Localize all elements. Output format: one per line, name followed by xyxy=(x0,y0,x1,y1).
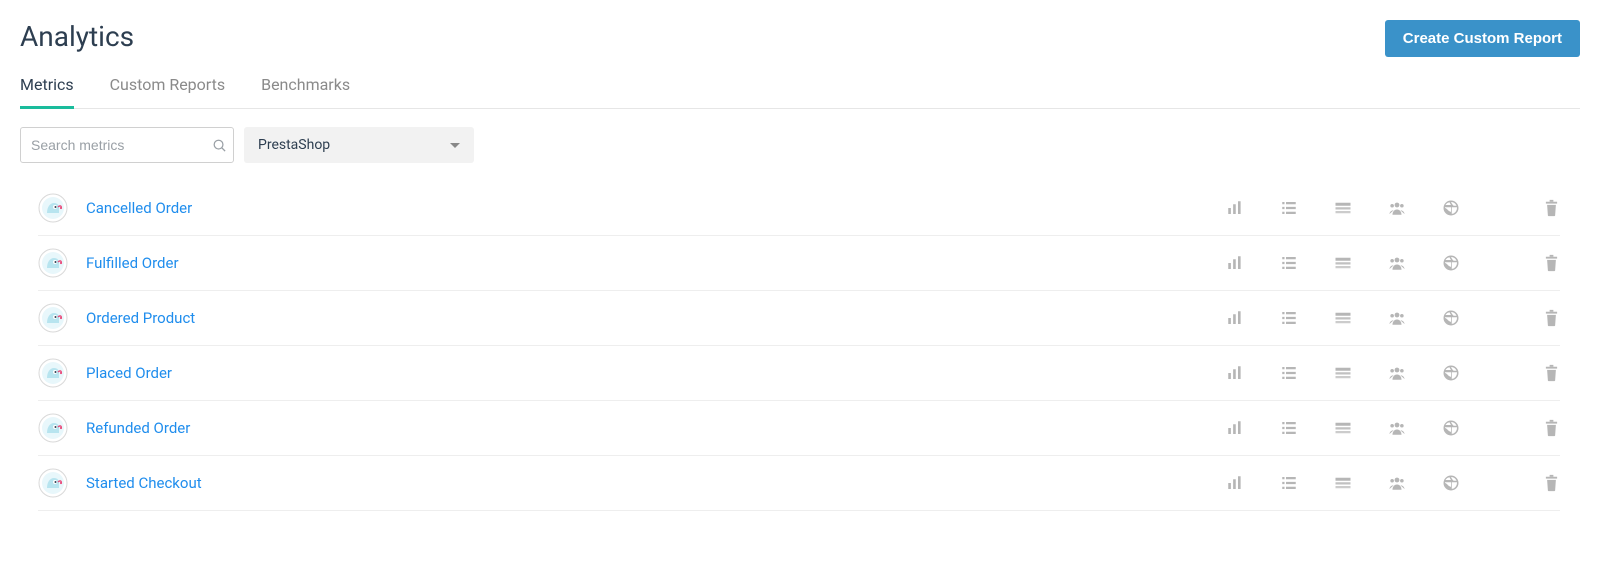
chart-icon[interactable] xyxy=(1226,474,1244,492)
search-input[interactable] xyxy=(31,137,212,153)
metric-name-link[interactable]: Started Checkout xyxy=(86,474,1226,492)
list-icon[interactable] xyxy=(1280,309,1298,327)
integration-filter-select[interactable]: PrestaShop xyxy=(244,127,474,163)
tab-custom-reports[interactable]: Custom Reports xyxy=(110,75,225,109)
chart-icon[interactable] xyxy=(1226,419,1244,437)
metric-name-link[interactable]: Refunded Order xyxy=(86,419,1226,437)
people-icon[interactable] xyxy=(1388,199,1406,217)
page-title: Analytics xyxy=(20,20,134,53)
metric-name-link[interactable]: Fulfilled Order xyxy=(86,254,1226,272)
prestashop-icon xyxy=(38,303,68,333)
chevron-down-icon xyxy=(450,143,460,148)
metric-row: Started Checkout xyxy=(38,456,1560,511)
table-icon[interactable] xyxy=(1334,474,1352,492)
people-icon[interactable] xyxy=(1388,364,1406,382)
table-icon[interactable] xyxy=(1334,419,1352,437)
list-icon[interactable] xyxy=(1280,199,1298,217)
table-icon[interactable] xyxy=(1334,254,1352,272)
prestashop-icon xyxy=(38,248,68,278)
trash-icon[interactable] xyxy=(1542,254,1560,272)
trash-icon[interactable] xyxy=(1542,474,1560,492)
list-icon[interactable] xyxy=(1280,474,1298,492)
row-actions xyxy=(1226,474,1560,492)
tabs: Metrics Custom Reports Benchmarks xyxy=(20,75,1580,109)
row-actions xyxy=(1226,254,1560,272)
globe-icon[interactable] xyxy=(1442,309,1460,327)
metric-name-link[interactable]: Placed Order xyxy=(86,364,1226,382)
trash-icon[interactable] xyxy=(1542,419,1560,437)
create-custom-report-button[interactable]: Create Custom Report xyxy=(1385,20,1580,57)
chart-icon[interactable] xyxy=(1226,254,1244,272)
metric-row: Cancelled Order xyxy=(38,181,1560,236)
people-icon[interactable] xyxy=(1388,419,1406,437)
table-icon[interactable] xyxy=(1334,199,1352,217)
people-icon[interactable] xyxy=(1388,254,1406,272)
tab-benchmarks[interactable]: Benchmarks xyxy=(261,75,350,109)
metric-row: Placed Order xyxy=(38,346,1560,401)
prestashop-icon xyxy=(38,468,68,498)
list-icon[interactable] xyxy=(1280,254,1298,272)
row-actions xyxy=(1226,199,1560,217)
tab-metrics[interactable]: Metrics xyxy=(20,75,74,109)
row-actions xyxy=(1226,364,1560,382)
row-actions xyxy=(1226,309,1560,327)
table-icon[interactable] xyxy=(1334,364,1352,382)
prestashop-icon xyxy=(38,193,68,223)
search-wrapper xyxy=(20,127,234,163)
prestashop-icon xyxy=(38,358,68,388)
metric-row: Refunded Order xyxy=(38,401,1560,456)
row-actions xyxy=(1226,419,1560,437)
people-icon[interactable] xyxy=(1388,474,1406,492)
metrics-list: Cancelled Order Fulfilled Order xyxy=(20,181,1580,511)
globe-icon[interactable] xyxy=(1442,364,1460,382)
metric-row: Ordered Product xyxy=(38,291,1560,346)
trash-icon[interactable] xyxy=(1542,199,1560,217)
integration-filter-label: PrestaShop xyxy=(258,137,330,153)
table-icon[interactable] xyxy=(1334,309,1352,327)
chart-icon[interactable] xyxy=(1226,309,1244,327)
search-icon[interactable] xyxy=(212,138,227,153)
globe-icon[interactable] xyxy=(1442,419,1460,437)
chart-icon[interactable] xyxy=(1226,364,1244,382)
trash-icon[interactable] xyxy=(1542,309,1560,327)
metric-name-link[interactable]: Cancelled Order xyxy=(86,199,1226,217)
globe-icon[interactable] xyxy=(1442,199,1460,217)
prestashop-icon xyxy=(38,413,68,443)
people-icon[interactable] xyxy=(1388,309,1406,327)
metric-name-link[interactable]: Ordered Product xyxy=(86,309,1226,327)
list-icon[interactable] xyxy=(1280,364,1298,382)
globe-icon[interactable] xyxy=(1442,474,1460,492)
trash-icon[interactable] xyxy=(1542,364,1560,382)
chart-icon[interactable] xyxy=(1226,199,1244,217)
globe-icon[interactable] xyxy=(1442,254,1460,272)
metric-row: Fulfilled Order xyxy=(38,236,1560,291)
list-icon[interactable] xyxy=(1280,419,1298,437)
